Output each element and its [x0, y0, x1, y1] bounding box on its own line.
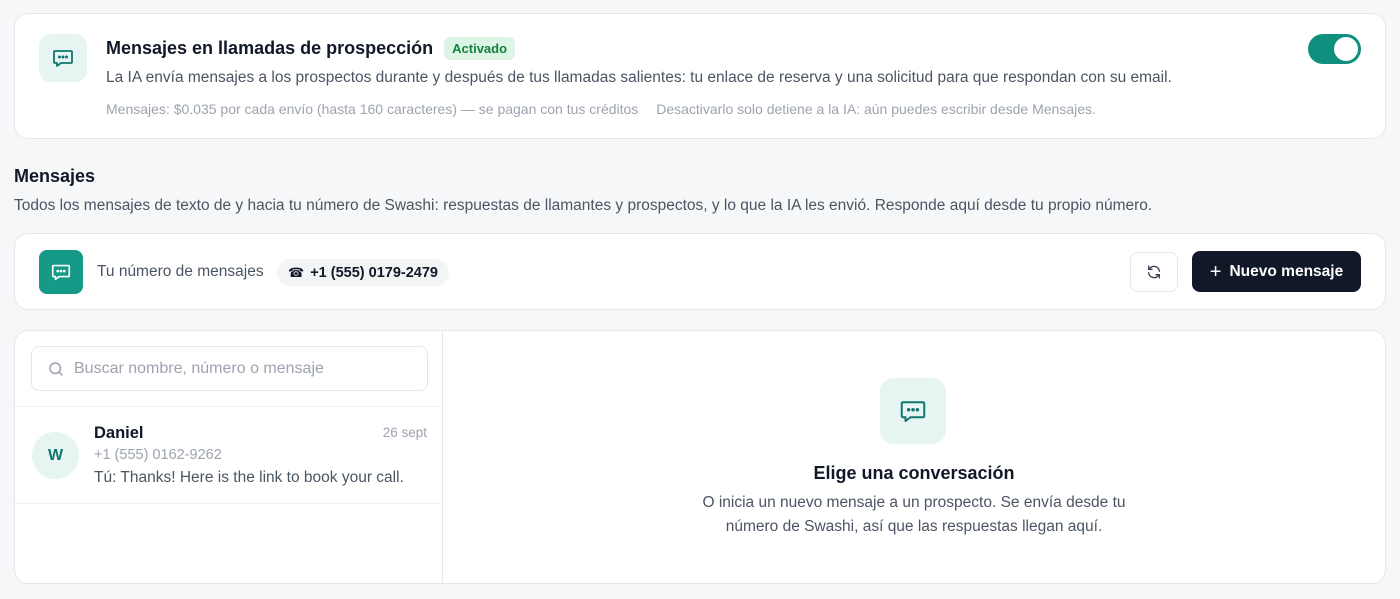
- contact-phone: +1 (555) 0162-9262: [94, 447, 222, 463]
- messages-section-description: Todos los mensajes de texto de y hacia t…: [14, 197, 1153, 214]
- empty-state-description: O inicia un nuevo mensaje a un prospecto…: [443, 491, 1385, 539]
- search-icon: [49, 361, 63, 376]
- ai-feature-title: Mensajes en llamadas de prospección: [106, 38, 434, 58]
- new-message-button[interactable]: + Nuevo mensaje: [1192, 251, 1361, 292]
- status-badge: Activado: [444, 37, 516, 60]
- message-bubble-icon: [880, 378, 946, 444]
- avatar: W: [32, 432, 79, 479]
- pricing-note: Mensajes: $0.035 por cada envío (hasta 1…: [106, 101, 639, 117]
- messaging-number-label: Tu número de mensajes: [97, 263, 264, 280]
- ai-messages-toggle[interactable]: [1308, 34, 1361, 64]
- message-bubble-icon: [39, 34, 87, 82]
- conversation-date: 26 sept: [382, 425, 427, 440]
- search-input[interactable]: [74, 359, 427, 378]
- empty-state-title: Elige una conversación: [813, 463, 1015, 483]
- number-bar: Tu número de mensajes ☎ +1 (555) 0179-24…: [14, 233, 1386, 310]
- ai-feature-notes: Mensajes: $0.035 por cada envío (hasta 1…: [106, 101, 1096, 117]
- contact-name: Daniel: [94, 424, 144, 442]
- toggle-knob: [1334, 37, 1358, 61]
- search-box[interactable]: [31, 346, 428, 391]
- messages-section-title: Mensajes: [14, 166, 96, 186]
- plus-icon: +: [1209, 260, 1222, 283]
- inbox-panel: W Daniel 26 sept +1 (555) 0162-9262 Tú: …: [14, 330, 1386, 584]
- messaging-number-value: +1 (555) 0179-2479: [310, 264, 438, 281]
- new-message-label: Nuevo mensaje: [1229, 262, 1344, 280]
- empty-state: Elige una conversación O inicia un nuevo…: [443, 331, 1385, 583]
- refresh-button[interactable]: [1130, 252, 1178, 292]
- ai-title-row: Mensajes en llamadas de prospección Acti…: [106, 37, 516, 60]
- messaging-number-pill: ☎ +1 (555) 0179-2479: [277, 259, 449, 286]
- conversation-list-pane: W Daniel 26 sept +1 (555) 0162-9262 Tú: …: [15, 331, 443, 583]
- phone-icon: ☎: [288, 264, 305, 280]
- message-bubble-icon: [39, 250, 83, 294]
- refresh-icon: [1148, 265, 1160, 279]
- ai-feature-description: La IA envía mensajes a los prospectos du…: [106, 69, 1172, 86]
- ai-messages-card: Mensajes en llamadas de prospección Acti…: [14, 13, 1386, 139]
- message-preview: Tú: Thanks! Here is the link to book you…: [94, 469, 404, 486]
- empty-state-line-1: O inicia un nuevo mensaje a un prospecto…: [702, 494, 1126, 511]
- empty-state-line-2: número de Swashi, así que las respuestas…: [725, 518, 1103, 535]
- conversation-item[interactable]: W Daniel 26 sept +1 (555) 0162-9262 Tú: …: [15, 407, 443, 504]
- disable-note: Desactivarlo solo detiene a la IA: aún p…: [656, 101, 1096, 117]
